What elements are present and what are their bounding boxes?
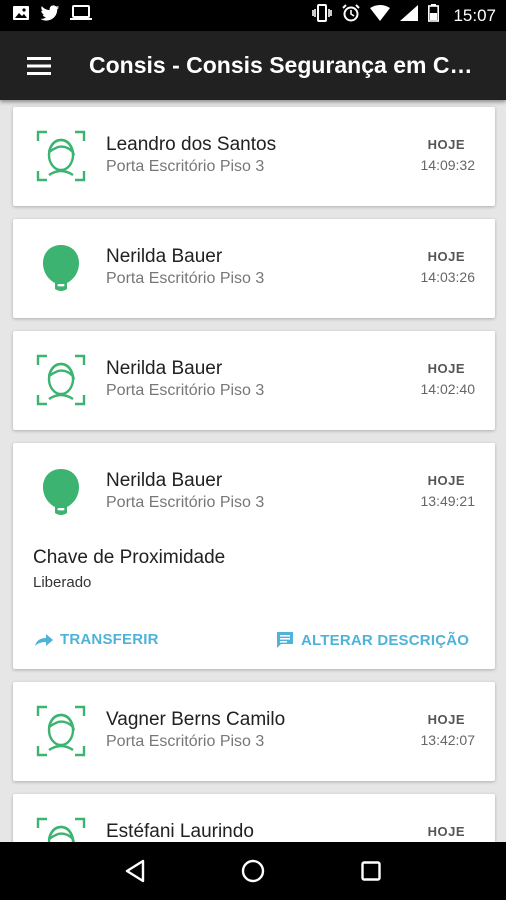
access-event-card[interactable]: Leandro dos Santos Porta Escritório Piso…: [13, 107, 495, 206]
face-recognition-icon: [35, 703, 87, 759]
system-navigation-bar: [0, 842, 506, 900]
status-time: 15:07: [453, 5, 496, 25]
signal-icon: [400, 5, 419, 26]
edit-description-label: ALTERAR DESCRIÇÃO: [301, 631, 470, 649]
event-person-name: Leandro dos Santos: [106, 134, 277, 155]
twitter-icon: [40, 4, 60, 27]
laptop-icon: [70, 5, 92, 26]
comment-icon: [277, 632, 293, 648]
face-recognition-icon: [35, 352, 87, 408]
access-event-card[interactable]: Nerilda Bauer Porta Escritório Piso 3 HO…: [13, 219, 495, 318]
vibrate-icon: [312, 4, 333, 27]
event-day: HOJE: [427, 361, 465, 376]
access-event-card[interactable]: Nerilda Bauer Porta Escritório Piso 3 HO…: [13, 331, 495, 430]
event-time: 13:49:21: [420, 493, 476, 509]
recents-button[interactable]: [347, 847, 395, 895]
access-event-card[interactable]: Estéfani Laurindo HOJE: [13, 794, 495, 842]
event-day: HOJE: [427, 473, 465, 488]
proximity-tag-icon: [35, 464, 87, 520]
event-person-name: Estéfani Laurindo: [106, 821, 254, 842]
event-person-name: Vagner Berns Camilo: [106, 709, 286, 730]
recents-square-icon: [361, 861, 381, 881]
wifi-icon: [370, 5, 391, 26]
notification-icons: [12, 4, 92, 27]
back-triangle-icon: [125, 859, 145, 883]
app-title: Consis - Consis Segurança em Co…: [89, 52, 478, 78]
hamburger-menu-icon: [27, 56, 51, 75]
app-bar: Consis - Consis Segurança em Co…: [0, 31, 506, 100]
face-recognition-icon: [35, 815, 87, 842]
event-time: 14:09:32: [420, 157, 476, 173]
event-location: Porta Escritório Piso 3: [106, 494, 265, 511]
event-person-name: Nerilda Bauer: [106, 246, 223, 267]
event-person-name: Nerilda Bauer: [106, 470, 223, 491]
access-event-card[interactable]: Vagner Berns Camilo Porta Escritório Pis…: [13, 682, 495, 781]
system-icons: 15:07: [312, 4, 496, 27]
battery-icon: [428, 4, 440, 27]
alarm-icon: [342, 4, 361, 27]
transfer-button[interactable]: TRANSFERIR: [35, 631, 159, 648]
event-day: HOJE: [427, 249, 465, 264]
event-time: 13:42:07: [420, 732, 476, 748]
event-person-name: Nerilda Bauer: [106, 358, 223, 379]
proximity-tag-icon: [35, 240, 87, 296]
access-event-card-expanded[interactable]: Nerilda Bauer Porta Escritório Piso 3 HO…: [13, 443, 495, 669]
status-bar: 15:07: [0, 0, 506, 31]
access-status: Liberado: [33, 574, 92, 591]
event-location: Porta Escritório Piso 3: [106, 733, 265, 750]
face-recognition-icon: [35, 128, 87, 184]
event-time: 14:02:40: [420, 381, 476, 397]
menu-button[interactable]: [0, 31, 78, 100]
back-button[interactable]: [111, 847, 159, 895]
image-notification-icon: [12, 5, 30, 26]
event-day: HOJE: [427, 824, 465, 839]
home-button[interactable]: [229, 847, 277, 895]
transfer-label: TRANSFERIR: [60, 631, 159, 648]
edit-description-button[interactable]: ALTERAR DESCRIÇÃO: [276, 631, 469, 649]
home-circle-icon: [241, 859, 265, 883]
event-day: HOJE: [427, 137, 465, 152]
event-location: Porta Escritório Piso 3: [106, 382, 265, 399]
credential-type: Chave de Proximidade: [33, 547, 226, 568]
access-event-list[interactable]: Leandro dos Santos Porta Escritório Piso…: [0, 100, 506, 842]
event-location: Porta Escritório Piso 3: [106, 270, 265, 287]
event-day: HOJE: [427, 712, 465, 727]
forward-arrow-icon: [35, 633, 53, 646]
event-location: Porta Escritório Piso 3: [106, 158, 265, 175]
event-time: 14:03:26: [420, 269, 476, 285]
